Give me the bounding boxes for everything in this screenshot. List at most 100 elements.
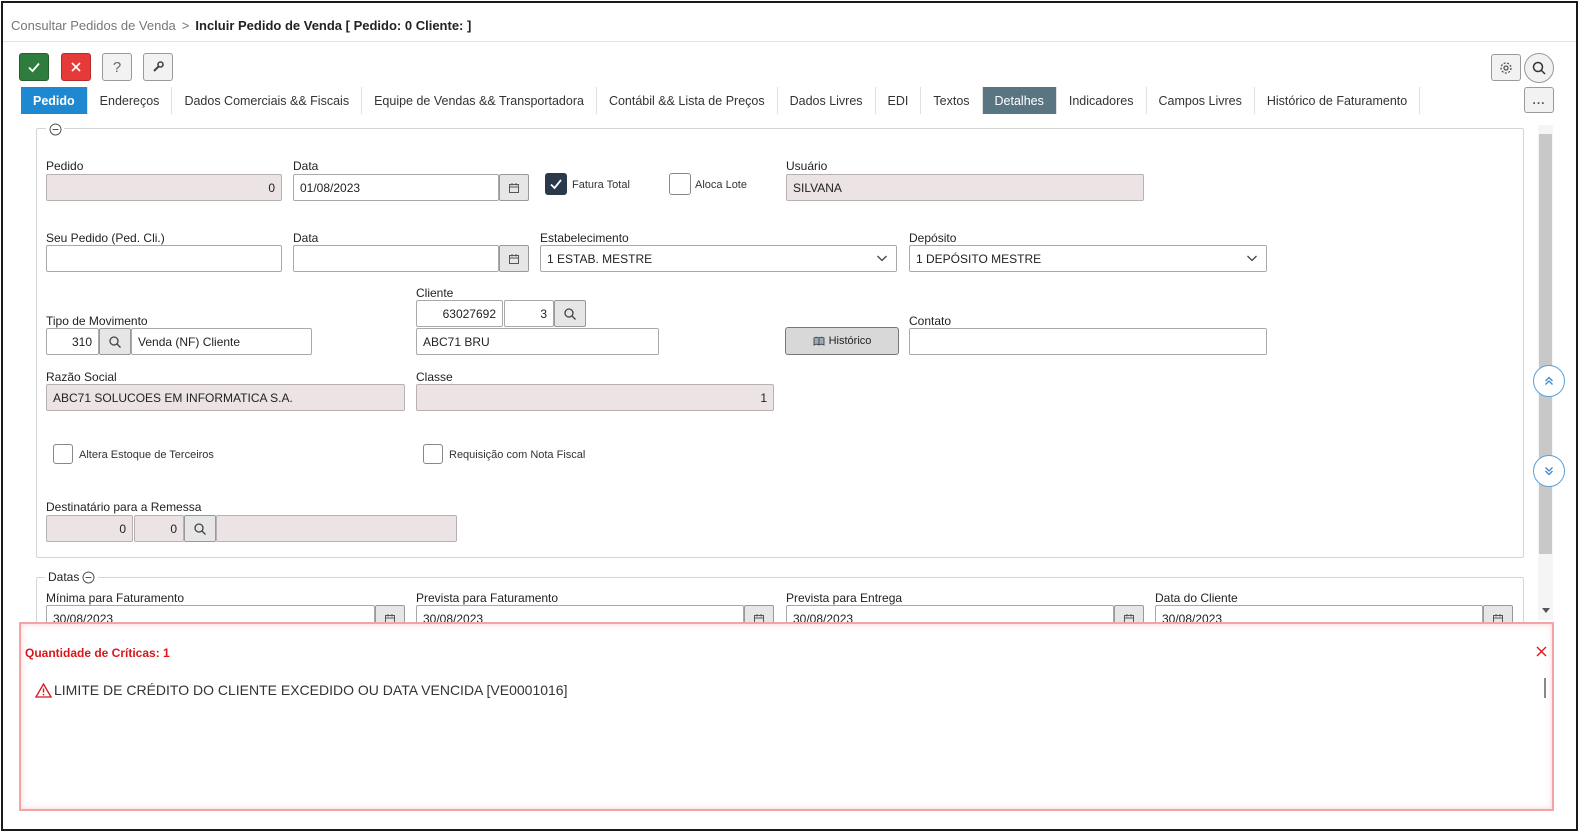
tab-equipe-vendas[interactable]: Equipe de Vendas && Transportadora [362,87,597,114]
cliente-label: Cliente [416,286,454,300]
requisicao-nf-checkbox[interactable] [423,444,443,464]
header-divider [3,41,1576,42]
check-icon [550,179,562,190]
aloca-lote-checkbox[interactable] [669,173,691,195]
close-icon [1536,646,1546,656]
deposito-select[interactable]: 1 DEPÓSITO MESTRE [909,245,1267,272]
chevron-down-icon [877,255,887,262]
cliente-seq-field[interactable]: 3 [504,300,554,327]
classe-field: 1 [416,384,774,411]
usuario-label: Usuário [786,159,828,173]
classe-label: Classe [416,370,453,384]
destinatario-code1-field: 0 [46,515,133,542]
criticas-title: Quantidade de Críticas: 1 [25,646,170,660]
destinatario-search-button[interactable] [184,515,216,542]
collapse-icon[interactable] [82,571,95,584]
tipo-movimento-description: Venda (NF) Cliente [131,328,312,355]
calendar-icon [509,182,519,193]
global-search-button[interactable] [1524,53,1554,83]
destinatario-name-field [216,515,457,542]
tab-textos[interactable]: Textos [921,87,983,114]
tipo-movimento-search-button[interactable] [99,328,131,355]
cliente-name-field: ABC71 BRU [416,328,659,355]
cancel-button[interactable] [61,53,91,81]
data-cliente-label: Data do Cliente [1155,591,1238,605]
data2-field[interactable] [293,245,499,272]
tab-pedido[interactable]: Pedido [21,87,88,114]
warning-icon [35,682,52,698]
wrench-icon [153,61,164,72]
estabelecimento-value: 1 ESTAB. MESTRE [547,251,653,266]
double-chevron-up-icon [1545,376,1553,385]
tab-contabil[interactable]: Contábil && Lista de Preços [596,87,778,114]
confirm-button[interactable] [19,53,49,81]
collapse-button[interactable] [46,121,64,137]
search-icon [109,335,121,348]
search-icon [564,307,576,320]
tab-bar: Pedido Endereços Dados Comerciais && Fis… [21,87,1421,114]
criticas-message: LIMITE DE CRÉDITO DO CLIENTE EXCEDIDO OU… [54,682,568,698]
app-window: Consultar Pedidos de Venda > Incluir Pedid… [1,1,1578,831]
tab-historico-faturamento[interactable]: Histórico de Faturamento [1254,87,1421,114]
seu-pedido-field[interactable] [46,245,282,272]
destinatario-code2-field: 0 [134,515,184,542]
criticas-panel: Quantidade de Críticas: 1 LIMITE DE CRÉD… [19,622,1554,811]
help-button[interactable]: ? [102,53,132,81]
search-icon [1532,61,1546,75]
datas-legend: Datas [45,570,99,584]
scrollbar-thumb[interactable] [1539,134,1552,554]
double-chevron-down-icon [1545,467,1553,476]
cliente-search-button[interactable] [554,300,586,327]
data-field[interactable]: 01/08/2023 [293,174,499,201]
cliente-code-field[interactable]: 63027692 [416,300,503,327]
tipo-movimento-code-field[interactable]: 310 [46,328,99,355]
datas-legend-label: Datas [48,570,80,584]
estabelecimento-select[interactable]: 1 ESTAB. MESTRE [540,245,897,272]
search-icon [194,522,206,535]
fatura-total-label: Fatura Total [572,179,630,191]
destinatario-label: Destinatário para a Remessa [46,500,202,514]
calendar-button[interactable] [499,174,529,201]
tab-dados-comerciais[interactable]: Dados Comerciais && Fiscais [172,87,363,114]
breadcrumb-parent-link[interactable]: Consultar Pedidos de Venda [11,18,176,33]
breadcrumb: Consultar Pedidos de Venda > Incluir Pedid… [11,18,471,33]
seu-pedido-label: Seu Pedido (Ped. Cli.) [46,231,165,245]
altera-estoque-checkbox[interactable] [53,444,73,464]
contato-label: Contato [909,314,952,328]
criticas-scrollbar[interactable] [1544,678,1546,698]
data2-label: Data [293,231,319,245]
scroll-bottom-button[interactable] [1533,455,1565,487]
calendar2-button[interactable] [499,245,529,272]
scroll-top-button[interactable] [1533,365,1565,397]
gear-icon [1500,61,1512,74]
tab-indicadores[interactable]: Indicadores [1056,87,1147,114]
contato-field[interactable] [909,328,1267,355]
scroll-down-arrow[interactable] [1539,605,1552,617]
breadcrumb-current: Incluir Pedido de Venda [ Pedido: 0 Clie… [195,18,472,33]
check-icon [28,62,40,73]
tab-dados-livres[interactable]: Dados Livres [777,87,876,114]
deposito-value: 1 DEPÓSITO MESTRE [916,251,1042,266]
help-icon: ? [112,58,122,76]
calendar-icon [509,253,519,264]
pedido-label: Pedido [46,159,84,173]
tab-detalhes[interactable]: Detalhes [982,87,1057,114]
settings-button[interactable] [1491,54,1521,81]
criticas-close-button[interactable] [1534,644,1548,658]
prevista-ent-label: Prevista para Entrega [786,591,903,605]
historico-button-label: Histórico [828,335,872,347]
deposito-label: Depósito [909,231,957,245]
aloca-lote-label: Aloca Lote [695,179,747,191]
tab-campos-livres[interactable]: Campos Livres [1146,87,1255,114]
usuario-field: SILVANA [786,174,1144,201]
tab-edi[interactable]: EDI [875,87,922,114]
more-tabs-button[interactable]: ... [1524,87,1554,113]
minima-label: Mínima para Faturamento [46,591,185,605]
tools-button[interactable] [143,53,173,81]
historico-button[interactable]: Histórico [785,327,899,355]
altera-estoque-label: Altera Estoque de Terceiros [79,449,214,461]
tab-enderecos[interactable]: Endereços [87,87,173,114]
prevista-fat-label: Prevista para Faturamento [416,591,559,605]
fatura-total-checkbox[interactable] [545,173,567,195]
estabelecimento-label: Estabelecimento [540,231,629,245]
